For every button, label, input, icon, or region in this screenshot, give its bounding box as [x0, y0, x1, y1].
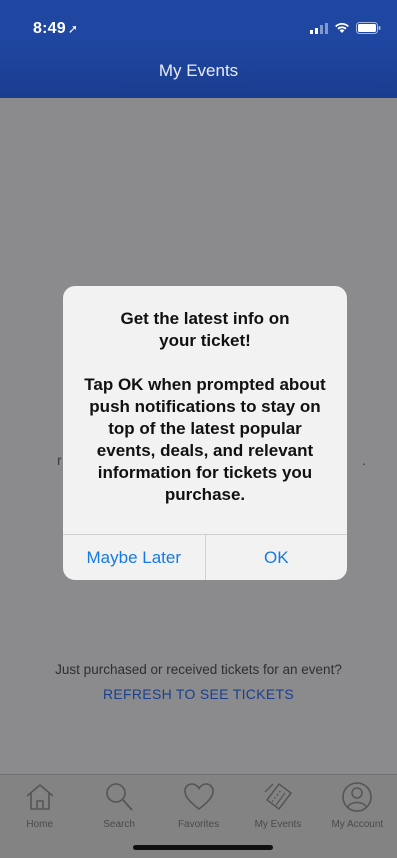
- ok-button[interactable]: OK: [204, 535, 348, 580]
- alert-title-line: your ticket!: [159, 331, 251, 350]
- location-arrow-icon: ➚: [67, 22, 79, 36]
- alert-title-line: Get the latest info on: [120, 309, 290, 328]
- nav-bar: My Events: [0, 44, 397, 98]
- alert-message-line: Tap OK when prompted about: [84, 375, 326, 394]
- tab-label: My Account: [331, 819, 384, 830]
- home-icon: [26, 783, 54, 810]
- cellular-signal-icon: [310, 22, 328, 34]
- alert-message: Tap OK when prompted about push notifica…: [75, 374, 335, 506]
- clock-text: 8:49: [33, 20, 66, 37]
- search-icon: [106, 783, 133, 811]
- alert-title: Get the latest info on your ticket!: [79, 308, 331, 352]
- refresh-tickets-link[interactable]: REFRESH TO SEE TICKETS: [0, 686, 397, 702]
- push-notification-alert: Get the latest info on your ticket! Tap …: [63, 286, 347, 580]
- alert-message-line: information for tickets you: [97, 463, 313, 482]
- alert-actions: Maybe Later OK: [63, 534, 347, 580]
- obscured-text-fragment: .: [362, 452, 366, 468]
- maybe-later-button[interactable]: Maybe Later: [63, 535, 205, 580]
- alert-message-line: events, deals, and relevant: [96, 441, 314, 460]
- tab-label: Home: [26, 819, 54, 830]
- alert-message-line: top of the latest popular: [108, 419, 302, 438]
- tab-label: Search: [103, 819, 135, 830]
- tab-my-account[interactable]: My Account: [318, 775, 397, 858]
- tab-home[interactable]: Home: [0, 775, 79, 858]
- wifi-icon: [335, 23, 349, 33]
- tab-label: Favorites: [177, 819, 220, 830]
- home-indicator[interactable]: [133, 845, 273, 850]
- tab-label: My Events: [254, 819, 302, 830]
- account-icon: [342, 782, 373, 812]
- heart-icon: [183, 783, 214, 811]
- obscured-text-fragment: r: [57, 452, 62, 468]
- alert-message-line: purchase.: [164, 485, 246, 504]
- alert-message-line: push notifications to stay on: [89, 397, 321, 416]
- status-bar: 8:49 ➚: [0, 0, 397, 44]
- tickets-icon: [264, 782, 292, 811]
- page-title: My Events: [158, 61, 239, 80]
- status-time: 8:49 ➚: [33, 20, 78, 38]
- battery-icon: [356, 22, 381, 34]
- received-tickets-prompt: Just purchased or received tickets for a…: [55, 662, 342, 677]
- status-icons: [310, 22, 381, 34]
